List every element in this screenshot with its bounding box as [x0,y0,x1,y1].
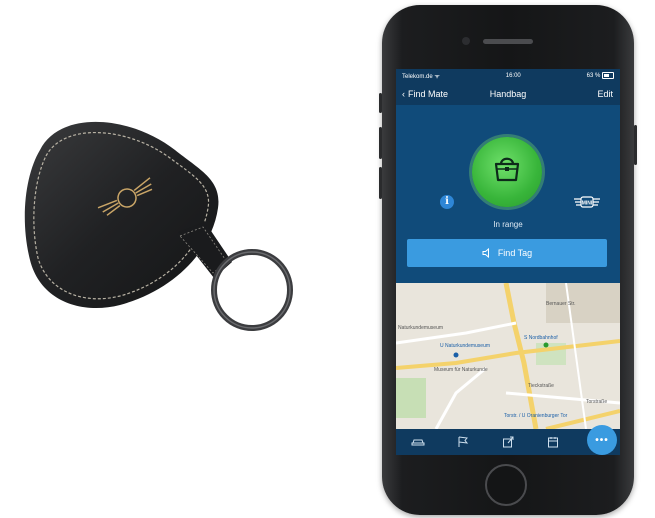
find-tag-label: Find Tag [497,248,533,258]
map-label: Naturkundemuseum [398,325,444,331]
edit-button[interactable]: Edit [597,89,613,99]
info-icon[interactable]: i [440,195,454,209]
map-label: Tieckstraße [528,383,554,389]
handbag-icon [494,157,520,182]
map-view[interactable]: U Naturkundemuseum Naturkundemuseum S No… [396,283,620,429]
speaker-icon [482,248,489,258]
mini-brand-icon: MINI [574,196,600,208]
volume-up-button [379,127,382,159]
share-icon [502,436,514,448]
map-label: Museum für Naturkunde [434,367,488,373]
carrier-label: Telekom.de ᯤ [402,74,440,80]
status-bar: Telekom.de ᯤ 16:00 63 % [396,69,620,83]
map-roads [396,283,620,429]
power-button [634,125,637,165]
tag-status-text: In range [493,220,523,229]
page-title: Handbag [489,89,527,99]
map-label: U Naturkundemuseum [440,343,491,349]
tab-share[interactable] [486,429,531,455]
find-tag-button[interactable]: Find Tag [407,239,607,267]
map-label: Torstraße [586,399,608,405]
flag-icon [458,436,469,447]
app-screen: Telekom.de ᯤ 16:00 63 % ‹ Find Mate Hand… [396,69,620,455]
map-label: Bernauer Str. [546,301,576,307]
battery-indicator: 63 % [587,72,614,80]
more-icon[interactable]: ••• [587,425,617,455]
mini-keyfob-image [24,121,293,331]
svg-text:MINI: MINI [582,201,593,207]
map-label: S Nordbahnhof [524,335,558,341]
calendar-icon [547,437,558,448]
earpiece-speaker [483,39,533,44]
map-label: Torstr. / U Oranienburger Tor [504,413,568,419]
tab-car[interactable] [396,429,441,455]
navigation-bar: ‹ Find Mate Handbag Edit [396,83,620,105]
clock: 16:00 [505,73,521,79]
home-button[interactable] [485,464,527,506]
tab-flag[interactable] [441,429,486,455]
smartphone: Telekom.de ᯤ 16:00 63 % ‹ Find Mate Hand… [379,5,637,515]
car-icon [411,439,425,446]
tag-panel: i MINI In range Find Tag [396,105,620,283]
volume-down-button [379,167,382,199]
tag-status-circle[interactable] [472,137,542,207]
mute-switch [379,93,382,113]
tab-calendar[interactable] [530,429,575,455]
battery-icon [602,72,614,80]
front-camera [462,37,470,45]
